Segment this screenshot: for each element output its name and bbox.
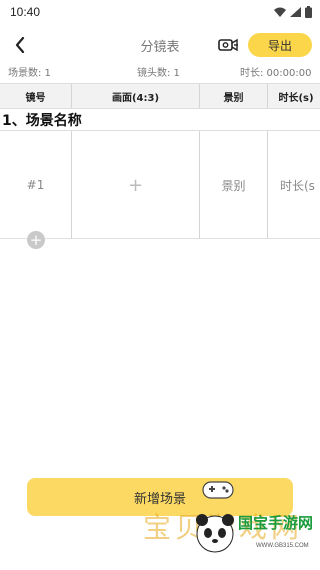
shot-size-cell[interactable]: 景别 [200,131,268,239]
shot-number: #1 [26,178,45,192]
column-header-shot-size: 景别 [200,84,268,108]
stats-row: 场景数: 1 镜头数: 1 时长: 00:00:00 [0,64,320,80]
column-header-duration: 时长(s) [278,92,314,104]
shot-duration: 时长(s [280,178,315,193]
scene-name[interactable]: 1、场景名称 [2,110,82,130]
battery-icon [305,6,312,18]
shot-size: 景别 [221,178,246,193]
table-row: #1 + 景别 时长(s [0,130,320,239]
back-button[interactable] [10,34,30,56]
duration-cell[interactable]: 时长(s [268,131,320,239]
status-time: 10:40 [10,5,41,19]
export-button[interactable]: 导出 [248,33,312,57]
wifi-icon [274,7,286,17]
scene-count: 场景数: 1 [8,68,51,79]
column-header-frame: 画面(4:3) [72,84,200,108]
status-bar: 10:40 [0,0,320,24]
column-header-shot-number: 镜号 [0,84,72,108]
add-image-icon: + [127,174,144,196]
panda-logo-icon [196,514,234,553]
add-scene-button[interactable]: 新增场景 [27,478,293,516]
add-shot-button[interactable]: + [27,231,45,249]
watermark-domain: WWW.GB315.COM [256,543,309,549]
total-duration: 时长: 00:00:00 [240,68,312,79]
status-icons [274,6,312,18]
table-header: 镜号 画面(4:3) 景别 时长(s) [0,83,320,109]
top-bar: 分镜表 导出 [0,30,320,60]
signal-icon [290,7,301,17]
camera-settings-button[interactable] [217,36,239,54]
camera-settings-icon [218,38,238,52]
shot-count: 镜头数: 1 [137,68,180,79]
chevron-left-icon [15,37,25,53]
frame-image-cell[interactable]: + [72,131,200,239]
shot-number-cell[interactable]: #1 [0,131,72,239]
